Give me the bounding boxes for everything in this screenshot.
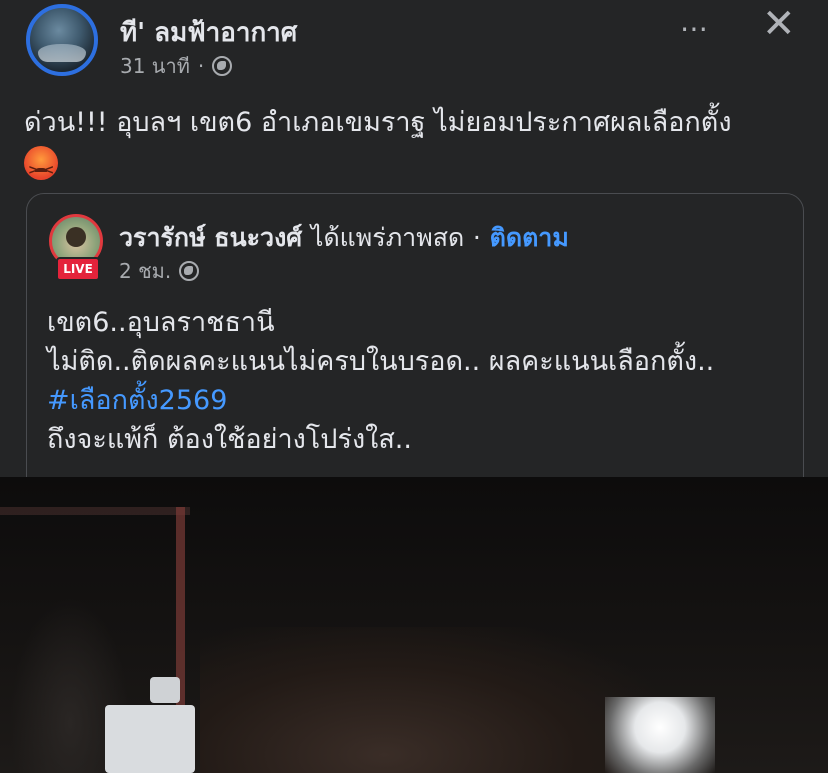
page-avatar[interactable] [26,4,98,76]
shared-header: วรารักษ์ ธนะวงศ์ ได้แพร่ภาพสด · ติดตาม [119,218,569,258]
shared-line: ไม่ติด..ติดผลคะแนนไม่ครบในบรอด.. ผลคะแนน… [47,346,715,377]
shared-author[interactable]: วรารักษ์ ธนะวงศ์ [119,223,302,252]
shared-line: เขต6..อุบลราชธานี [47,307,275,338]
follow-link[interactable]: ติดตาม [490,223,569,252]
post-text: ด่วน!!! อุบลฯ เขต6 อำเภอเขมราฐ ไม่ยอมประ… [24,104,814,190]
video-scene-camera [150,677,180,703]
close-icon[interactable]: ✕ [762,2,796,46]
shared-text: เขต6..อุบลราชธานี ไม่ติด..ติดผลคะแนนไม่ค… [47,303,787,459]
shared-time[interactable]: 2 ชม. [119,255,171,287]
post-meta: 31 นาที · [120,50,233,82]
video-scene-sign [105,705,195,773]
more-options-icon[interactable]: ⋯ [680,12,709,45]
meta-dot: · [197,54,205,78]
angry-emoji-icon [24,145,58,190]
live-badge: LIVE [56,257,100,281]
video-scene-light [605,697,715,773]
shared-meta: 2 ชม. [119,255,200,287]
live-video[interactable] [0,477,828,773]
shared-line: ถึงจะแพ้ก็ ต้องใช้อย่างโปร่งใส.. [47,424,412,455]
post-time[interactable]: 31 นาที [120,50,190,82]
shared-dot: · [472,223,481,252]
page-name[interactable]: ที' ลมฟ้าอากาศ [120,12,297,53]
globe-icon [179,261,200,281]
hashtag-link[interactable]: #เลือกตั้ง2569 [47,381,787,420]
video-scene-crowd [200,627,660,773]
post-text-body: ด่วน!!! อุบลฯ เขต6 อำเภอเขมราฐ ไม่ยอมประ… [24,107,732,138]
shared-post-card[interactable]: วรารักษ์ ธนะวงศ์ ได้แพร่ภาพสด · ติดตาม 2… [26,193,804,513]
video-scene-beam [0,507,190,515]
shared-action: ได้แพร่ภาพสด [310,223,465,252]
globe-icon [212,56,233,76]
